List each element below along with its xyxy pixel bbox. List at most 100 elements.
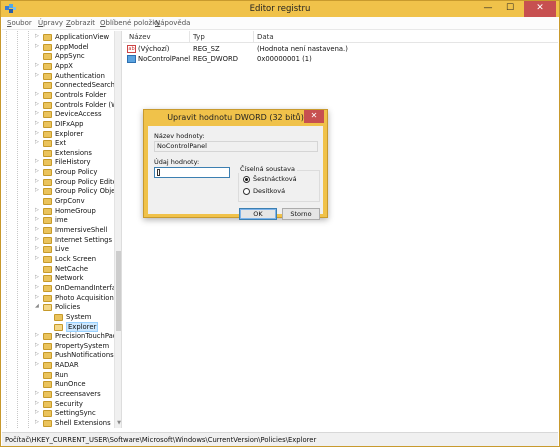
tree-item[interactable]: ▷ Photo Acquisition [2, 293, 114, 303]
column-header-data[interactable]: Data [257, 33, 274, 41]
expand-arrow-icon[interactable]: ▷ [35, 352, 40, 357]
expand-arrow-icon[interactable]: ▷ [35, 410, 40, 415]
expand-arrow-icon[interactable]: ▷ [35, 91, 40, 97]
scrollbar-thumb[interactable] [116, 251, 121, 331]
expand-arrow-icon[interactable]: ▷ [35, 140, 40, 145]
expand-arrow-icon[interactable] [46, 324, 51, 329]
expand-arrow-icon[interactable] [35, 372, 40, 377]
tree-item[interactable]: ▷ Group Policy Object [2, 186, 121, 196]
tree-item[interactable]: ▷ Authentication [2, 71, 114, 81]
expand-arrow-icon[interactable]: ▷ [35, 101, 40, 107]
expand-arrow-icon[interactable]: ▷ [35, 130, 40, 136]
expand-arrow-icon[interactable]: ▷ [35, 62, 40, 68]
tree-item[interactable]: RunOnce [2, 379, 114, 389]
expand-arrow-icon[interactable]: ▷ [35, 342, 40, 348]
tree-item[interactable]: ▷ DIFxApp [2, 119, 114, 129]
tree-item[interactable]: ◢ Policies [2, 302, 114, 312]
expand-arrow-icon[interactable] [46, 314, 51, 319]
tree-item[interactable]: ▷ Explorer [2, 129, 114, 139]
tree-item[interactable]: ▷ Screensavers [2, 389, 114, 399]
dialog-close-button[interactable]: ✕ [304, 110, 324, 123]
ok-button[interactable]: OK [239, 208, 277, 220]
expand-arrow-icon[interactable]: ▷ [35, 362, 40, 367]
tree-item[interactable]: ▷ OnDemandInterface [2, 283, 121, 293]
menu-view[interactable]: Zobrazit [66, 19, 95, 27]
expand-arrow-icon[interactable]: ▷ [35, 227, 40, 232]
expand-arrow-icon[interactable]: ▷ [35, 178, 40, 184]
tree-item[interactable]: GrpConv [2, 196, 114, 206]
tree-item[interactable]: ▷ ime [2, 215, 114, 225]
expand-arrow-icon[interactable]: ▷ [35, 169, 40, 174]
tree-item[interactable]: ▷ Security [2, 399, 114, 409]
tree-item[interactable]: ▷ HomeGroup [2, 206, 114, 216]
tree-item[interactable]: AppSync [2, 51, 114, 61]
expand-arrow-icon[interactable] [35, 150, 40, 155]
tree-item[interactable]: Run [2, 370, 114, 380]
decimal-radio-label[interactable]: Desítková [253, 187, 285, 195]
tree-item[interactable]: ▷ Group Policy [2, 167, 114, 177]
expand-arrow-icon[interactable]: ▷ [35, 120, 40, 126]
tree-item[interactable]: ▷ AppX [2, 61, 114, 71]
column-divider[interactable] [253, 31, 254, 43]
tree-item[interactable]: ▷ Ext [2, 138, 114, 148]
expand-arrow-icon[interactable]: ▷ [35, 34, 40, 39]
tree-item[interactable]: ▷ ImmersiveShell [2, 225, 114, 235]
menu-favorites[interactable]: Oblíbené položky [100, 19, 160, 27]
expand-arrow-icon[interactable] [35, 53, 40, 58]
expand-arrow-icon[interactable]: ▷ [35, 420, 40, 425]
menu-edit[interactable]: Úpravy [38, 19, 63, 27]
tree-item[interactable]: ▷ Network [2, 273, 114, 283]
value-data-input[interactable]: 1 [154, 167, 230, 178]
tree-item[interactable]: ▷ Lock Screen [2, 254, 114, 264]
hex-radio-label[interactable]: Šestnáctková [253, 175, 297, 183]
tree-item[interactable]: System [2, 312, 114, 322]
tree-item[interactable]: ▷ PushNotifications [2, 350, 114, 360]
expand-arrow-icon[interactable]: ▷ [35, 275, 40, 280]
expand-arrow-icon[interactable]: ▷ [35, 159, 40, 164]
expand-arrow-icon[interactable] [35, 266, 40, 271]
column-header-name[interactable]: Název [129, 33, 151, 41]
scroll-down-arrow-icon[interactable]: ▼ [115, 420, 121, 428]
tree-item[interactable]: ▷ SettingSync [2, 408, 114, 418]
cancel-button[interactable]: Storno [282, 208, 320, 220]
tree-item[interactable]: ▷ Internet Settings [2, 235, 114, 245]
tree-item[interactable]: Extensions [2, 148, 114, 158]
tree-item[interactable]: ▷ PropertySystem [2, 341, 114, 351]
expand-arrow-icon[interactable]: ▷ [35, 284, 40, 290]
tree-scrollbar[interactable]: ▼ [114, 31, 121, 428]
tree-item[interactable]: ▷ Group Policy Editor [2, 177, 120, 187]
tree-item[interactable]: ▷ Live [2, 244, 114, 254]
tree-item[interactable]: ▷ Shell Extensions [2, 418, 114, 428]
expand-arrow-icon[interactable]: ▷ [35, 43, 40, 49]
column-header-type[interactable]: Typ [193, 33, 205, 41]
tree-item[interactable]: ▷ RADAR [2, 360, 114, 370]
tree-item[interactable]: ▷ PrecisionTouchPad [2, 331, 117, 341]
tree-item[interactable]: NetCache [2, 264, 114, 274]
minimize-button[interactable]: — [477, 1, 499, 17]
expand-arrow-icon[interactable]: ▷ [35, 207, 40, 213]
tree-item[interactable]: ConnectedSearch [2, 80, 115, 90]
maximize-button[interactable]: ☐ [499, 1, 521, 17]
tree-item[interactable]: ▷ FileHistory [2, 157, 114, 167]
expand-arrow-icon[interactable]: ▷ [35, 391, 40, 396]
menu-file[interactable]: Soubor [7, 19, 32, 27]
tree-item[interactable]: ▷ Controls Folder [2, 90, 114, 100]
list-row[interactable]: ab (Výchozí) REG_SZ (Hodnota není nastav… [123, 44, 558, 54]
expand-arrow-icon[interactable]: ▷ [35, 72, 40, 78]
title-bar[interactable]: Editor registru — ☐ ✕ [1, 1, 559, 17]
list-row[interactable]: NoControlPanel REG_DWORD 0x00000001 (1) [123, 54, 558, 64]
expand-arrow-icon[interactable] [35, 82, 40, 87]
menu-help[interactable]: Nápověda [155, 19, 190, 27]
expand-arrow-icon[interactable]: ▷ [35, 111, 40, 116]
expand-arrow-icon[interactable]: ▷ [35, 294, 40, 300]
tree-item[interactable]: Explorer [2, 321, 114, 332]
expand-arrow-icon[interactable]: ▷ [35, 217, 40, 222]
registry-tree[interactable]: ▷ ApplicationView ▷ AppModel AppSync ▷ AppX ▷ Au… [2, 31, 122, 428]
values-list[interactable]: Název Typ Data ab (Výchozí) REG_SZ (Hodn… [123, 31, 558, 428]
column-divider[interactable] [189, 31, 190, 43]
expand-arrow-icon[interactable] [35, 381, 40, 386]
tree-item[interactable]: ▷ ApplicationView [2, 32, 114, 42]
expand-arrow-icon[interactable]: ▷ [35, 400, 40, 406]
expand-arrow-icon[interactable]: ▷ [35, 236, 40, 242]
decimal-radio[interactable] [243, 188, 250, 195]
